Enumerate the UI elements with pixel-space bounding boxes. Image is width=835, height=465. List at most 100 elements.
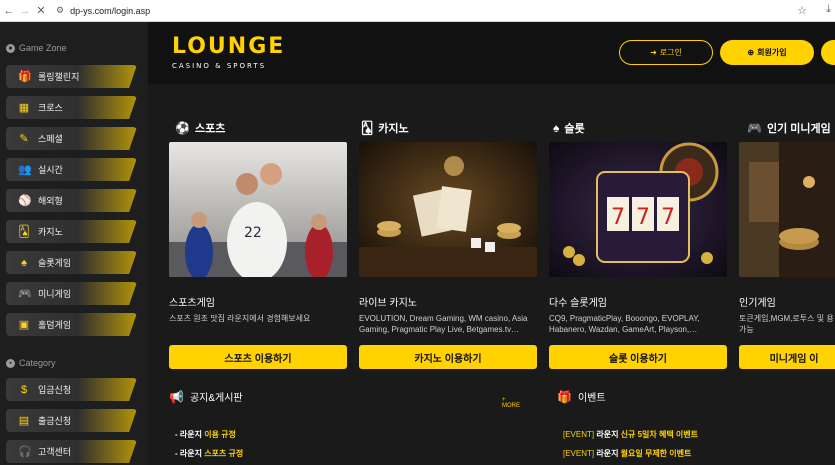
sidebar-item-minigame[interactable]: 🎮 미니게임	[6, 282, 137, 305]
card-heading: 🎮 인기 미니게임	[747, 120, 831, 136]
notice-heading: 📢 공지&게시판	[169, 389, 243, 405]
sidebar-item-label: 실시간	[38, 165, 63, 175]
header: LOUNGE CASINO & SPORTS ➜ 로그인 ⊕ 회원가입	[148, 22, 835, 84]
sidebar-item-label: 롤링챌린지	[38, 72, 80, 82]
card-title: 라이브 카지노	[359, 298, 417, 309]
logo-subtitle: CASINO & SPORTS	[172, 62, 267, 70]
sidebar-item-cross[interactable]: ▦ 크로스	[6, 96, 137, 119]
basketball-icon: ⚾	[18, 194, 32, 207]
card-heading: ⚽ 스포츠	[175, 120, 225, 136]
casino-image[interactable]	[359, 142, 537, 277]
card-heading-label: 슬롯	[564, 123, 585, 135]
sports-image[interactable]: 22	[169, 142, 347, 277]
sidebar-item-support[interactable]: 🎧 고객센터	[6, 440, 137, 463]
slot-play-button[interactable]: 슬롯 이용하기	[549, 345, 727, 369]
list-item[interactable]: - 라운지 스포츠 규정	[175, 444, 243, 463]
gift-icon: 🎁	[18, 70, 32, 83]
category-icon: ▪	[6, 358, 15, 368]
card-heading-label: 인기 미니게임	[766, 123, 831, 135]
deposit-icon: $	[20, 383, 28, 396]
card-heading-label: 카지노	[378, 123, 409, 135]
sidebar-item-special[interactable]: ✎ 스페셜	[6, 127, 137, 150]
sidebar-item-rolling[interactable]: 🎁 롤링챌린지	[6, 65, 137, 88]
notice-prefix: - 라운지	[175, 430, 205, 439]
game-zone-icon: ●	[6, 43, 15, 53]
card-description: CQ9, PragmaticPlay, Booongo, EVOPLAY, Ha…	[549, 314, 700, 334]
gamepad-icon: 🎮	[18, 287, 32, 300]
event-highlight: 월요일 무제한 이벤트	[620, 449, 692, 458]
sidebar-item-label: 스페셜	[38, 134, 63, 144]
sidebar-item-label: 입금신청	[38, 385, 72, 395]
sidebar-item-label: 카지노	[38, 227, 63, 237]
casino-play-button[interactable]: 카지노 이용하기	[359, 345, 537, 369]
sidebar-item-label: 크로스	[38, 103, 63, 113]
event-prefix: 라운지	[596, 449, 621, 458]
event-title: 이벤트	[577, 393, 606, 404]
event-prefix: 라운지	[596, 430, 621, 439]
notice-list: - 라운지 이용 규정 - 라운지 스포츠 규정	[175, 425, 243, 463]
plus-circle-icon: ⊕	[747, 48, 755, 57]
forward-icon[interactable]: →	[18, 5, 32, 17]
login-button[interactable]: ➜ 로그인	[619, 40, 713, 65]
event-list: [EVENT] 라운지 신규 5일차 혜택 이벤트 [EVENT] 라운지 월요…	[563, 425, 698, 463]
sidebar-item-label: 출금신청	[38, 416, 72, 426]
sidebar-item-withdraw[interactable]: ▤ 출금신청	[6, 409, 137, 432]
list-item[interactable]: [EVENT] 라운지 신규 5일차 혜택 이벤트	[563, 425, 698, 444]
list-item[interactable]: [EVENT] 라운지 월요일 무제한 이벤트	[563, 444, 698, 463]
sidebar-item-holdem[interactable]: ▣ 홀덤게임	[6, 313, 137, 336]
close-icon[interactable]: ✕	[34, 4, 48, 17]
card-title: 인기게임	[739, 298, 776, 309]
sidebar-item-slot[interactable]: ♠ 슬롯게임	[6, 251, 137, 274]
notice-highlight: 스포츠 규정	[204, 449, 244, 458]
notice-prefix: - 라운지	[175, 449, 205, 458]
notice-highlight: 이용 규정	[204, 430, 236, 439]
card-description: EVOLUTION, Dream Gaming, WM casino, Asia…	[359, 314, 528, 334]
join-button[interactable]: ⊕ 회원가입	[720, 40, 814, 65]
cards-icon: 🂡	[361, 121, 374, 135]
minigame-image[interactable]	[739, 142, 835, 277]
card-title: 스포츠게임	[169, 298, 215, 309]
event-board: 🎁 이벤트 [EVENT] 라운지 신규 5일차 혜택 이벤트 [EVENT] …	[557, 389, 698, 459]
bookmark-star-icon[interactable]: ☆	[797, 4, 807, 17]
card-minigame: 🎮 인기 미니게임 인기게임 토큰게임,MGM,로투스 및 용가능 미니게임 이	[739, 84, 835, 384]
join-label: 회원가입	[757, 48, 787, 57]
people-icon: 👥	[18, 163, 32, 176]
sidebar-item-label: 슬롯게임	[38, 258, 72, 268]
header-extra-button[interactable]	[821, 40, 835, 65]
sidebar-item-deposit[interactable]: $ 입금신청	[6, 378, 137, 401]
sidebar-item-label: 미니게임	[38, 289, 72, 299]
list-item[interactable]: - 라운지 이용 규정	[175, 425, 243, 444]
browser-toolbar: ← → ✕ ⚙ dp-ys.com/login.asp ☆ ⤓	[0, 0, 835, 22]
main-area: LOUNGE CASINO & SPORTS ➜ 로그인 ⊕ 회원가입 ⚽ 스포…	[148, 22, 835, 465]
notice-title: 공지&게시판	[189, 393, 243, 404]
megaphone-icon: 📢	[169, 389, 184, 404]
soccer-ball-icon: ⚽	[175, 121, 190, 135]
grid-icon: ▦	[18, 101, 30, 114]
more-link[interactable]: + MORE	[502, 397, 520, 409]
sidebar-item-label: 홀덤게임	[38, 320, 72, 330]
sidebar: ● Game Zone 🎁 롤링챌린지 ▦ 크로스 ✎ 스페셜 👥 실시간 ⚾ 해외형 🂡…	[0, 22, 148, 465]
minigame-play-button[interactable]: 미니게임 이	[739, 345, 835, 369]
spade-icon: ♠	[553, 121, 560, 135]
slot-image[interactable]: 7 7 7	[549, 142, 727, 277]
sidebar-item-live[interactable]: 👥 실시간	[6, 158, 137, 181]
login-icon: ➜	[650, 48, 657, 57]
gift-icon: 🎁	[557, 389, 572, 404]
sidebar-item-casino[interactable]: 🂡 카지노	[6, 220, 137, 243]
event-tag: [EVENT]	[563, 449, 597, 458]
event-tag: [EVENT]	[563, 430, 597, 439]
card-description: 스포츠 원조 맛집 라운지에서 경험해보세요	[169, 314, 311, 323]
logo[interactable]: LOUNGE	[172, 34, 285, 59]
card-heading-label: 스포츠	[194, 123, 226, 135]
card-heading: ♠ 슬롯	[553, 120, 585, 136]
back-icon[interactable]: ←	[2, 5, 16, 17]
login-label: 로그인	[659, 48, 682, 57]
site-info-icon[interactable]: ⚙	[56, 5, 64, 16]
sidebar-item-overseas[interactable]: ⚾ 해외형	[6, 189, 137, 212]
sports-play-button[interactable]: 스포츠 이용하기	[169, 345, 347, 369]
download-icon[interactable]: ⤓	[826, 3, 831, 16]
svg-text:7: 7	[611, 205, 625, 230]
address-bar[interactable]: dp-ys.com/login.asp	[70, 6, 150, 16]
pen-icon: ✎	[19, 132, 29, 145]
section-title: Category	[19, 358, 56, 368]
